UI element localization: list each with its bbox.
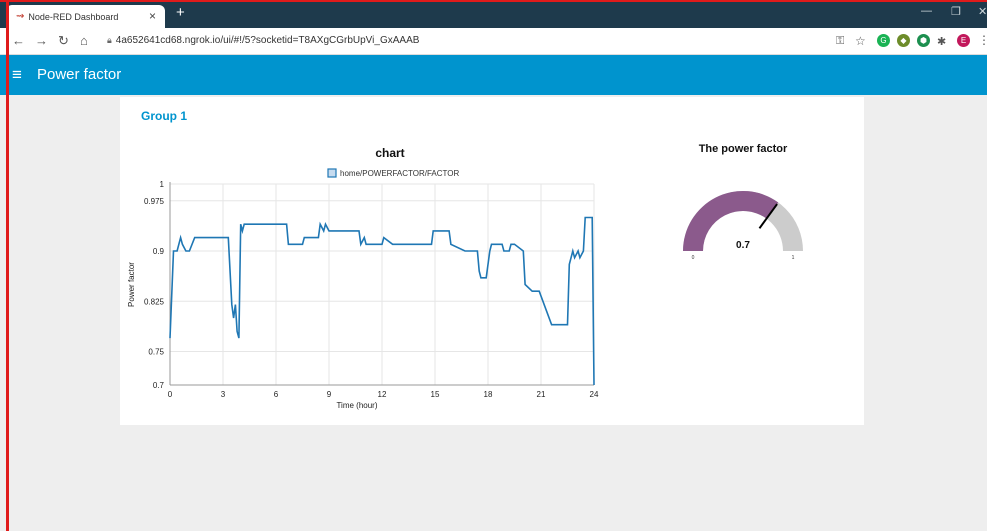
x-tick-label: 12 [378,390,387,399]
tab-close-icon[interactable]: × [149,9,156,23]
close-window-icon[interactable]: ✕ [978,5,987,18]
group-card: Group 1 chart 0.7 0.75 0.825 0.9 0.975 1 0 3 6 9 1… [120,97,864,425]
y-tick-label: 0.75 [148,348,164,357]
tab-title: Node-RED Dashboard [28,11,119,22]
legend-label: home/POWERFACTOR/FACTOR [340,169,460,178]
x-tick-label: 24 [590,390,599,399]
y-tick-label: 1 [160,180,165,189]
x-axis-label: Time (hour) [336,401,377,410]
home-icon[interactable]: ⌂ [80,33,88,48]
x-tick-label: 6 [274,390,279,399]
highlight-border-top [0,0,987,2]
address-bar: ← → ↻ ⌂ 🔒︎ 4a652641cd68.ngrok.io/ui/#!/5?… [0,28,987,55]
shield-extension-icon[interactable]: ⬢ [917,34,930,47]
reload-icon[interactable]: ↻ [58,33,69,49]
back-icon[interactable]: ← [12,33,25,48]
x-tick-label: 21 [537,390,546,399]
x-tick-label: 15 [431,390,440,399]
extension-icon[interactable]: ◆ [897,34,910,47]
x-tick-label: 0 [168,390,173,399]
x-tick-label: 3 [221,390,226,399]
x-tick-label: 9 [327,390,332,399]
lock-icon: 🔒︎ [107,35,112,45]
menu-dots-icon[interactable]: ⋮ [978,33,987,47]
url-text: 4a652641cd68.ngrok.io/ui/#!/5?socketid=T… [115,35,420,46]
key-icon[interactable]: ⚿ [836,35,844,48]
gauge-title: The power factor [698,143,788,155]
new-tab-button[interactable]: + [176,4,185,21]
y-tick-label: 0.9 [153,247,165,256]
highlight-border-left [6,0,9,531]
legend-swatch [327,168,337,178]
gauge-min-label: 0 [692,255,695,261]
power-factor-gauge: 0.7 0 1 [683,191,803,261]
grammarly-extension-icon[interactable]: G [877,34,890,47]
url-field[interactable]: 🔒︎ 4a652641cd68.ngrok.io/ui/#!/5?socketid… [107,35,419,46]
y-tick-label: 0.7 [153,381,165,390]
browser-window: ⇝ Node-RED Dashboard × + — ❐ ✕ ← → ↻ ⌂ 🔒… [0,0,987,531]
menu-hamburger-icon[interactable]: ≡ [12,65,22,85]
line-chart: 0.7 0.75 0.825 0.9 0.975 1 0 3 6 9 12 15 18 21 24 Time … [127,168,599,410]
restore-icon[interactable]: ❐ [951,5,961,18]
y-tick-label: 0.975 [144,197,165,206]
node-red-favicon-icon: ⇝ [16,11,25,22]
tab-strip: ⇝ Node-RED Dashboard × + — ❐ ✕ [0,0,987,28]
bookmark-star-icon[interactable]: ☆ [855,34,866,48]
gauge-value: 0.7 [736,240,750,251]
x-tick-label: 18 [484,390,493,399]
app-toolbar: ≡ Power factor [0,55,987,95]
gauge-max-label: 1 [792,255,795,261]
forward-icon[interactable]: → [35,33,48,48]
y-axis-label: Power factor [127,262,136,307]
y-tick-label: 0.825 [144,297,165,306]
puzzle-extensions-icon[interactable]: ✱ [937,35,946,48]
profile-avatar[interactable]: E [957,34,970,47]
minimize-icon[interactable]: — [921,5,932,17]
page-title: Power factor [37,66,122,83]
tab-node-red-dashboard[interactable]: ⇝ Node-RED Dashboard × [6,5,165,28]
